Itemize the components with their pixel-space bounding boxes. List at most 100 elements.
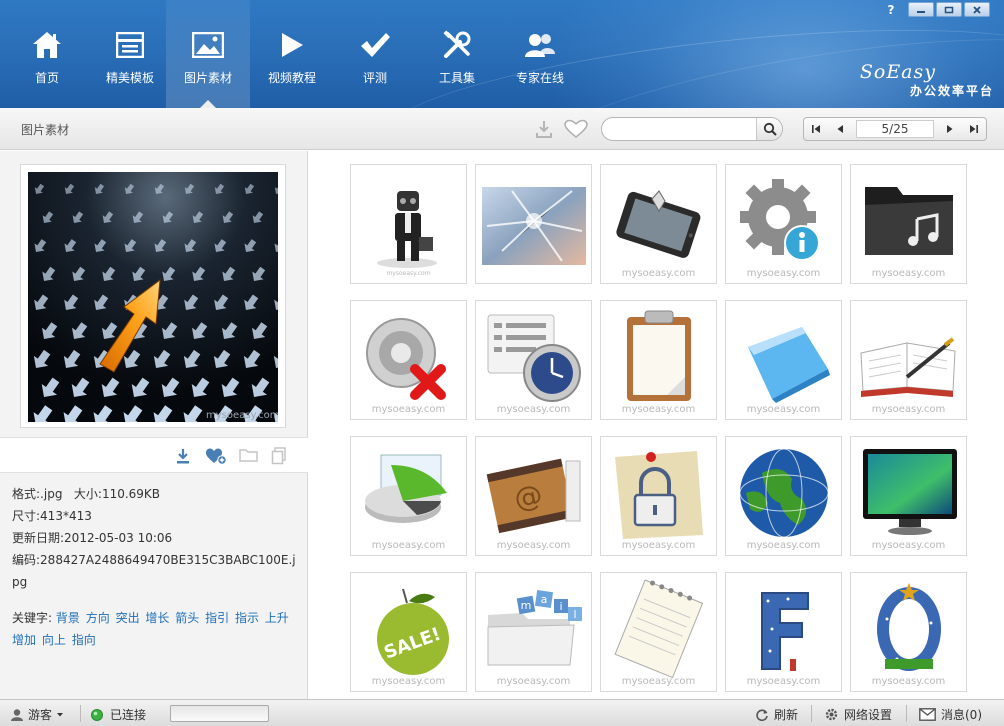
thumbnail-item[interactable]: mysoeasy.com: [850, 300, 967, 420]
nav-item-templates[interactable]: 精美模板: [94, 0, 166, 108]
svg-text:m: m: [521, 599, 532, 612]
keyword-link[interactable]: 向上: [42, 633, 66, 647]
first-page-button[interactable]: [804, 118, 828, 140]
music-folder-icon: [865, 187, 953, 255]
info-label: 格式:: [12, 487, 41, 501]
preview-watermark: mysoeasy.com: [206, 410, 278, 421]
speaker-mute-icon: [366, 318, 446, 400]
nav-item-experts[interactable]: 专家在线: [498, 0, 582, 108]
download-icon[interactable]: [534, 119, 556, 139]
image-info: 格式:.jpg 大小:110.69KB 尺寸:413*413 更新日期:2012…: [12, 483, 302, 651]
gasmask-figure-icon: [377, 191, 437, 268]
schedule-clock-icon: [487, 314, 581, 402]
thumbnail-item[interactable]: mysoeasy.com: [850, 164, 967, 284]
header-bar: 首页 精美模板 图片素材 视频教程 评测 工具集 专家在线 ? SoEasy 办…: [0, 0, 1004, 108]
thumbnail-item[interactable]: mysoeasy.com: [350, 164, 467, 284]
info-label: 更新日期:: [12, 531, 65, 545]
keyword-link[interactable]: 增长: [145, 611, 169, 625]
copy-button[interactable]: [271, 447, 289, 465]
thumbnail-item[interactable]: mysoeasy.com: [725, 572, 842, 692]
nav-item-pictures[interactable]: 图片素材: [166, 0, 250, 108]
search-button[interactable]: [756, 118, 782, 140]
thumbnail-watermark: mysoeasy.com: [871, 540, 946, 551]
thumbnail-item[interactable]: [475, 164, 592, 284]
preview-actions: [0, 437, 308, 473]
thumbnail-item[interactable]: @ mysoeasy.com: [475, 436, 592, 556]
download-icon: [177, 449, 189, 464]
thumbnail-item[interactable]: mysoeasy.com: [350, 436, 467, 556]
page-indicator[interactable]: 5/25: [856, 120, 934, 138]
copy-icon: [271, 447, 286, 465]
network-settings-button[interactable]: 网络设置: [824, 706, 892, 723]
keyword-link[interactable]: 箭头: [175, 611, 199, 625]
thumbnail-watermark: mysoeasy.com: [871, 676, 946, 687]
keyword-link[interactable]: 上升: [265, 611, 289, 625]
keyword-link[interactable]: 背景: [56, 611, 80, 625]
nav-item-home[interactable]: 首页: [0, 0, 94, 108]
svg-text:i: i: [559, 600, 562, 613]
keyword-link[interactable]: 方向: [86, 611, 110, 625]
user-name: 游客: [28, 708, 53, 722]
download-button[interactable]: [174, 447, 192, 465]
thumbnail-item[interactable]: SALE! mysoeasy.com: [350, 572, 467, 692]
thumbnail-item[interactable]: m a i l mysoeasy.com: [475, 572, 592, 692]
thumbnail-watermark: mysoeasy.com: [746, 268, 821, 279]
thumbnail-watermark: mysoeasy.com: [371, 540, 446, 551]
thumbnail-item[interactable]: mysoeasy.com: [600, 572, 717, 692]
add-favorite-button[interactable]: [205, 447, 227, 465]
thumbnail-item[interactable]: mysoeasy.com: [600, 436, 717, 556]
close-button[interactable]: [964, 2, 990, 17]
thumbnail-item[interactable]: mysoeasy.com: [600, 300, 717, 420]
info-code-row: 编码:288427A2488649470BE315C3BABC100E.jpg: [12, 549, 302, 593]
favorite-heart-icon[interactable]: [563, 119, 589, 139]
open-folder-button[interactable]: [239, 447, 259, 465]
thumbnail-watermark: mysoeasy.com: [496, 676, 571, 687]
info-updated-row: 更新日期:2012-05-03 10:06: [12, 527, 302, 549]
messages-button[interactable]: 消息(0): [919, 706, 982, 723]
pie-chart-disk-icon: [365, 454, 447, 523]
help-button[interactable]: ?: [882, 3, 900, 17]
search-input[interactable]: [612, 121, 757, 138]
keyword-link[interactable]: 指向: [72, 633, 96, 647]
thumbnail-item[interactable]: mysoeasy.com: [600, 164, 717, 284]
prev-page-button[interactable]: [828, 118, 852, 140]
next-page-icon: [947, 125, 953, 133]
minimize-button[interactable]: [908, 2, 934, 17]
thumbnail-item[interactable]: mysoeasy.com: [850, 436, 967, 556]
detail-panel: mysoeasy.com 格式:.jpg 大小:110.69KB 尺寸:413*…: [0, 151, 308, 699]
messages-label: 消息(0): [941, 708, 982, 722]
info-size: 110.69KB: [101, 487, 161, 501]
keywords: 关键字: 背景 方向 突出 增长 箭头 指引 指示 上升 增加 向上 指向: [12, 607, 302, 651]
thumbnail-grid: mysoeasy.com mysoeasy.com mysoeasy.com m…: [350, 164, 967, 692]
arrows-artwork: mysoeasy.com: [28, 172, 278, 422]
nav-item-videos[interactable]: 视频教程: [250, 0, 334, 108]
refresh-button[interactable]: 刷新: [755, 706, 798, 723]
nav-item-tools[interactable]: 工具集: [416, 0, 498, 108]
thumbnail-item[interactable]: mysoeasy.com: [475, 300, 592, 420]
search-icon: [763, 122, 777, 136]
experts-icon: [523, 28, 557, 62]
preview-image[interactable]: mysoeasy.com: [28, 172, 278, 422]
restore-button[interactable]: [936, 2, 962, 17]
user-menu[interactable]: 游客: [10, 706, 64, 723]
thumbnail-item[interactable]: mysoeasy.com: [850, 572, 967, 692]
keyword-link[interactable]: 突出: [116, 611, 140, 625]
thumbnail-item[interactable]: mysoeasy.com: [725, 436, 842, 556]
nav-item-reviews[interactable]: 评测: [334, 0, 416, 108]
monitor-icon: [863, 449, 957, 535]
keyword-link[interactable]: 增加: [12, 633, 36, 647]
thumbnail-item[interactable]: mysoeasy.com: [350, 300, 467, 420]
thumbnail-watermark: mysoeasy.com: [371, 404, 446, 415]
keyword-link[interactable]: 指示: [235, 611, 259, 625]
brand-subtitle: 办公效率平台: [909, 84, 994, 98]
info-updated: 2012-05-03 10:06: [64, 531, 173, 545]
last-page-button[interactable]: [962, 118, 986, 140]
picture-icon: [191, 28, 225, 62]
keyword-link[interactable]: 指引: [205, 611, 229, 625]
connection-label: 已连接: [110, 708, 147, 722]
check-icon: [358, 28, 392, 62]
tablet-device-icon: [616, 190, 701, 258]
thumbnail-item[interactable]: mysoeasy.com: [725, 300, 842, 420]
thumbnail-item[interactable]: mysoeasy.com: [725, 164, 842, 284]
next-page-button[interactable]: [938, 118, 962, 140]
